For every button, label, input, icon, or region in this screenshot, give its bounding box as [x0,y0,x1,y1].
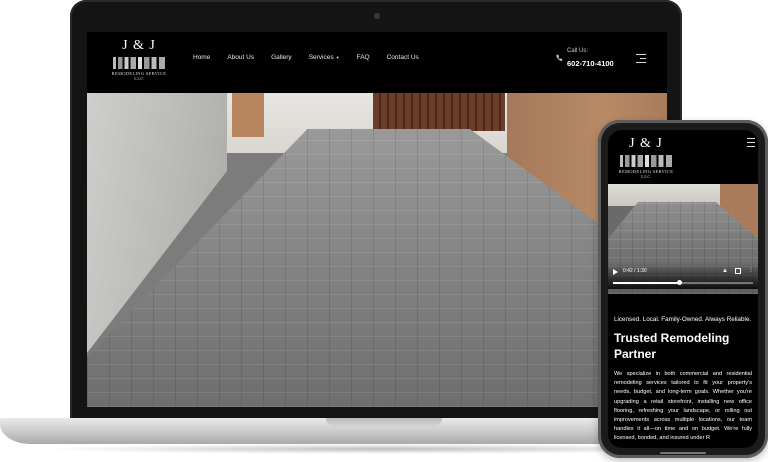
chevron-down-icon: ▼ [335,55,340,60]
hero-gate [373,93,505,131]
site-header: J & J REMODELING SERVICE LLC Home About … [87,32,667,93]
laptop-notch [326,418,442,426]
phone-skyline-logo-icon [620,155,672,167]
video-progress-thumb[interactable] [676,280,682,285]
volume-icon[interactable]: ▲ [722,268,728,274]
phone-hamburger-menu-icon[interactable] [747,138,755,150]
laptop-screen: J & J REMODELING SERVICE LLC Home About … [87,32,667,407]
nav-services-group[interactable]: Services ▼ [309,54,340,61]
hero-heading: Trusted Remodeling Partner [614,331,730,361]
video-progress-fill [613,282,679,284]
nav-faq[interactable]: FAQ [357,54,370,61]
hero-pillar [232,93,264,137]
hero-body: We specialize in both commercial and res… [614,371,752,442]
laptop-camera [374,13,380,19]
phone-icon [556,54,563,61]
call-number[interactable]: 602-710-4100 [567,59,614,68]
hero-image [87,93,667,407]
phone-screen: J & J REMODELING SERVICE LLC 0:42 / 1:30… [608,130,758,448]
logo-mark: J & J [122,38,156,53]
nav-services[interactable]: Services [309,54,334,61]
call-box[interactable]: Call Us: 602-710-4100 [556,48,614,68]
skyline-logo-icon [113,57,165,69]
video-controls: 0:42 / 1:30 ▲ · · · [608,263,758,289]
phone-site-logo[interactable]: J & J REMODELING SERVICE LLC [616,136,676,180]
site-logo[interactable]: J & J REMODELING SERVICE LLC [109,38,169,86]
nav-contact-us[interactable]: Contact Us [387,54,419,61]
video-progress-track[interactable] [613,280,753,285]
phone-hero-text: Licensed. Local. Family-Owned. Always Re… [614,316,752,444]
hamburger-menu-icon[interactable] [636,54,646,64]
phone-logo-mark: J & J [629,136,663,151]
tagline: Licensed. Local. Family-Owned. Always Re… [614,316,752,323]
phone-logo-subtitle: REMODELING SERVICE LLC [618,169,674,179]
nav-home[interactable]: Home [193,54,210,61]
call-label: Call Us: [567,48,589,54]
nav-gallery[interactable]: Gallery [271,54,292,61]
phone-home-bar [660,452,706,454]
main-nav: Home About Us Gallery Services ▼ FAQ Cont… [193,54,419,61]
video-time: 0:42 / 1:30 [623,268,647,274]
fullscreen-icon[interactable] [735,268,741,274]
more-options-icon[interactable]: · · · [750,265,753,275]
nav-about-us[interactable]: About Us [227,54,254,61]
logo-subtitle: REMODELING SERVICE LLC [111,71,167,81]
play-icon[interactable] [613,269,618,275]
